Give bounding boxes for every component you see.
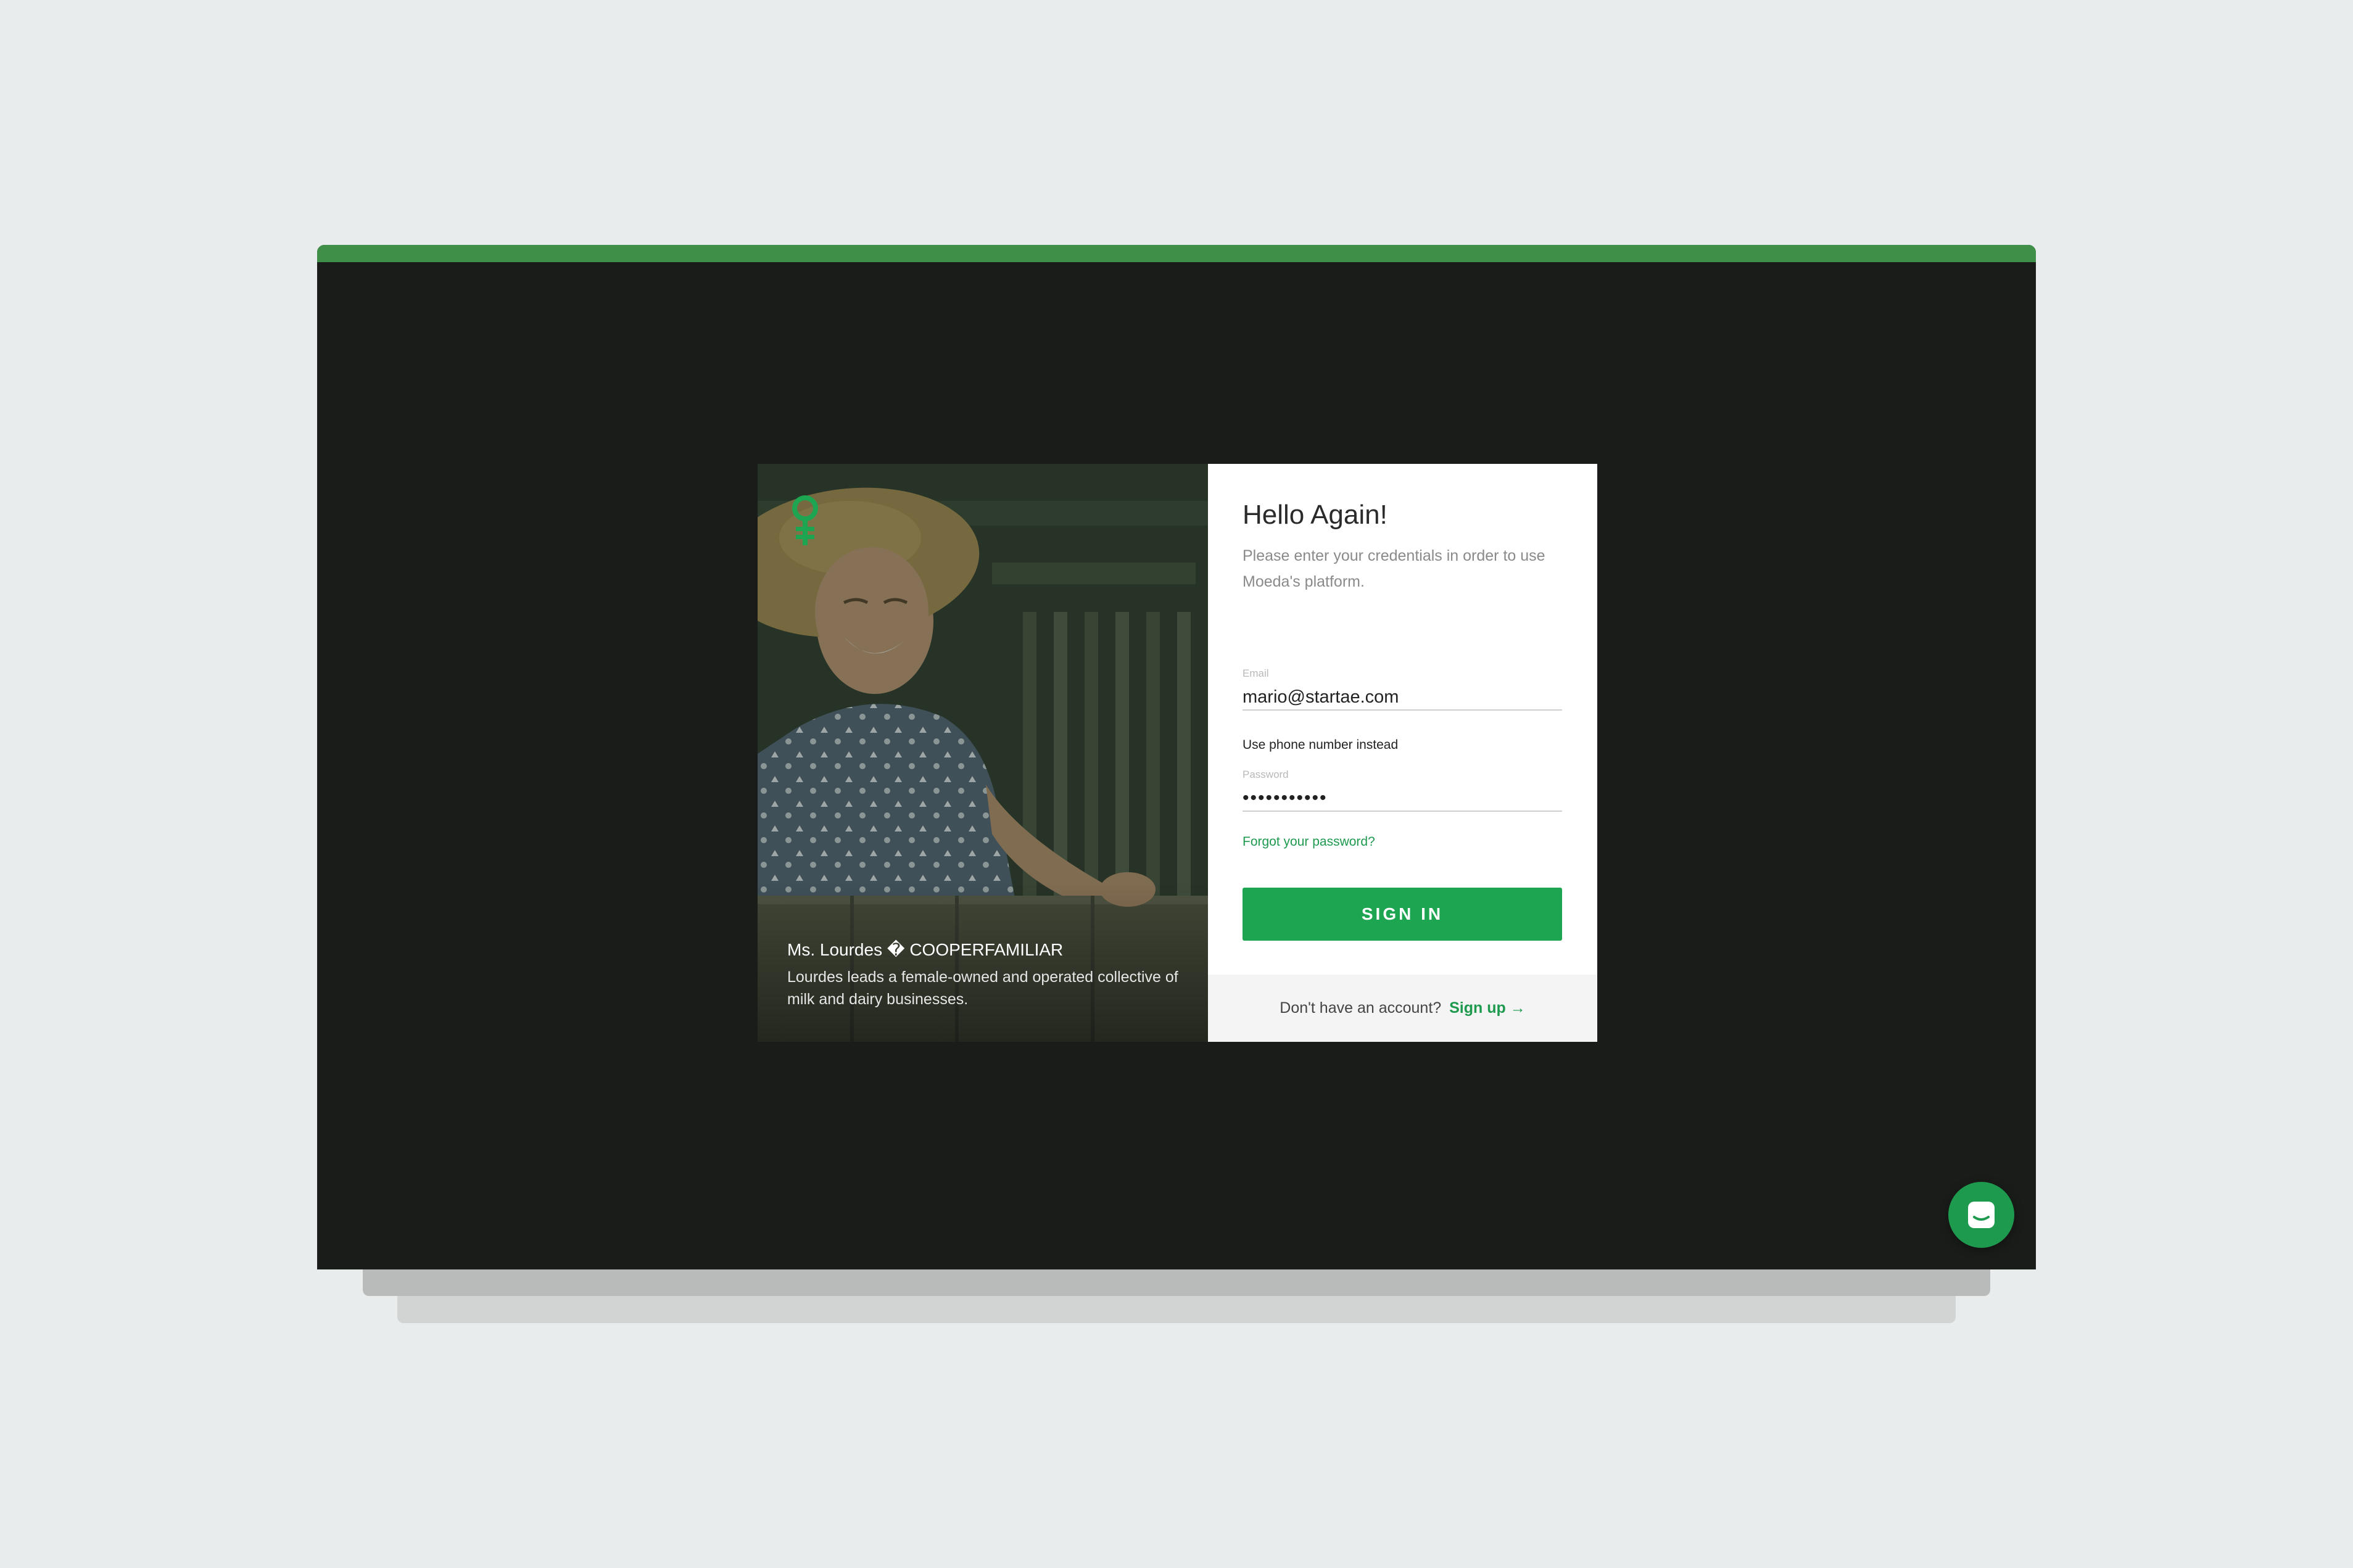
sign-in-button[interactable]: SIGN IN [1243,888,1562,941]
signup-prompt: Don't have an account? [1280,999,1442,1017]
app-screen: Ms. Lourdes � COOPERFAMILIAR Lourdes lea… [317,245,2036,1269]
email-field: Email [1243,667,1562,711]
caption-description: Lourdes leads a female-owned and operate… [787,968,1178,1008]
password-label: Password [1243,769,1289,780]
hero-caption: Ms. Lourdes � COOPERFAMILIAR Lourdes lea… [787,939,1182,1010]
page-subtitle: Please enter your credentials in order t… [1243,547,1545,590]
login-card: Ms. Lourdes � COOPERFAMILIAR Lourdes lea… [758,464,1597,1042]
password-input[interactable] [1243,786,1562,811]
password-field: Password [1243,769,1562,812]
chat-launcher-button[interactable] [1948,1182,2014,1248]
forgot-password-link[interactable]: Forgot your password? [1243,835,1375,849]
signup-footer: Don't have an account? Sign up → [1208,975,1597,1042]
login-form: Hello Again! Please enter your credentia… [1208,464,1597,1042]
chat-bubble-icon [1968,1202,1995,1228]
email-label: Email [1243,667,1269,679]
top-accent-bar [317,245,2036,262]
use-phone-link[interactable]: Use phone number instead [1243,738,1398,753]
page-title: Hello Again! [1243,500,1387,530]
email-input[interactable] [1243,685,1562,709]
caption-title: Ms. Lourdes � COOPERFAMILIAR [787,940,1064,959]
hero-photo: Ms. Lourdes � COOPERFAMILIAR Lourdes lea… [758,464,1208,1042]
signup-link[interactable]: Sign up → [1449,999,1526,1017]
